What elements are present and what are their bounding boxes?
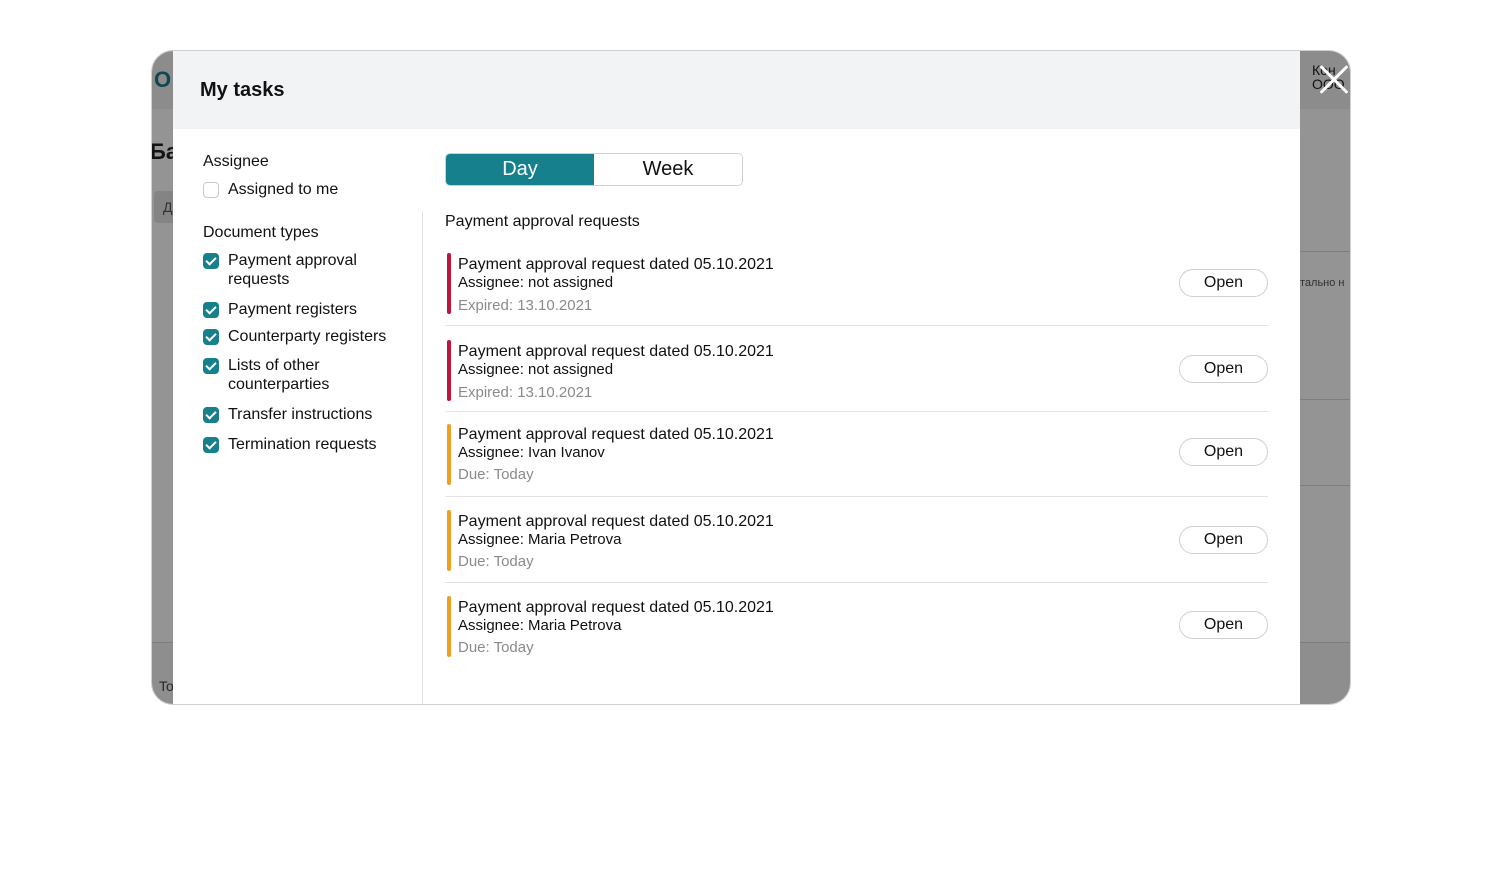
- tasks-content: Day Week Payment approval requests Payme…: [445, 129, 1275, 704]
- task-separator: [445, 325, 1268, 326]
- task-item: Payment approval request dated 05.10.202…: [445, 424, 1268, 512]
- task-assignee: Assignee: Maria Petrova: [458, 531, 622, 548]
- task-date: Due: Today: [458, 639, 534, 656]
- assigned-to-me-checkbox[interactable]: Assigned to me: [203, 180, 413, 199]
- open-button[interactable]: Open: [1179, 438, 1268, 466]
- checkbox-label: Lists of other counterparties: [228, 357, 330, 393]
- open-button[interactable]: Open: [1179, 611, 1268, 639]
- task-title: Payment approval request dated 05.10.202…: [458, 343, 774, 360]
- task-assignee: Assignee: not assigned: [458, 361, 614, 378]
- checkbox-label: Transfer instructions: [228, 406, 373, 423]
- task-date: Expired: 13.10.2021: [458, 384, 593, 401]
- assignee-group-title: Assignee: [203, 153, 269, 170]
- task-item: Payment approval request dated 05.10.202…: [445, 340, 1268, 429]
- section-title: Payment approval requests: [445, 213, 640, 230]
- open-button[interactable]: Open: [1179, 269, 1268, 297]
- status-bar-due: [447, 424, 451, 485]
- task-date: Expired: 13.10.2021: [458, 297, 593, 314]
- task-separator: [445, 496, 1268, 497]
- my-tasks-modal: My tasks Assignee Assigned to me Documen…: [173, 51, 1300, 704]
- period-toggle: Day Week: [445, 153, 743, 186]
- checkbox-label: Payment registers: [228, 301, 357, 318]
- doc-type-termination-requests[interactable]: Termination requests: [203, 435, 413, 454]
- checkbox-unchecked-icon[interactable]: [203, 182, 219, 198]
- close-icon[interactable]: [1314, 60, 1352, 98]
- task-date: Due: Today: [458, 466, 534, 483]
- open-button[interactable]: Open: [1179, 355, 1268, 383]
- doc-type-payment-approval-requests[interactable]: Payment approval requests: [203, 251, 413, 289]
- checkbox-checked-icon[interactable]: [203, 329, 219, 345]
- task-assignee: Assignee: not assigned: [458, 274, 614, 291]
- task-item: Payment approval request dated 05.10.202…: [445, 253, 1268, 342]
- status-bar-expired: [447, 253, 451, 314]
- task-item: Payment approval request dated 05.10.202…: [445, 510, 1268, 599]
- task-title: Payment approval request dated 05.10.202…: [458, 513, 774, 530]
- modal-title: My tasks: [200, 79, 285, 101]
- task-assignee: Assignee: Ivan Ivanov: [458, 444, 605, 461]
- checkbox-label: Termination requests: [228, 436, 377, 453]
- task-title: Payment approval request dated 05.10.202…: [458, 256, 774, 273]
- task-item: Payment approval request dated 05.10.202…: [445, 596, 1268, 685]
- task-date: Due: Today: [458, 553, 534, 570]
- doc-type-counterparty-registers[interactable]: Counterparty registers: [203, 327, 413, 346]
- open-button[interactable]: Open: [1179, 526, 1268, 554]
- checkbox-label: Assigned to me: [228, 181, 339, 198]
- doc-type-payment-registers[interactable]: Payment registers: [203, 300, 413, 319]
- task-separator: [445, 582, 1268, 583]
- filters-divider: [422, 211, 423, 704]
- checkbox-checked-icon[interactable]: [203, 358, 219, 374]
- task-assignee: Assignee: Maria Petrova: [458, 617, 622, 634]
- status-bar-due: [447, 510, 451, 571]
- task-separator: [445, 411, 1268, 412]
- filters-panel: Assignee Assigned to me Document types P…: [173, 129, 423, 704]
- checkbox-checked-icon[interactable]: [203, 407, 219, 423]
- checkbox-checked-icon[interactable]: [203, 437, 219, 453]
- checkbox-checked-icon[interactable]: [203, 253, 219, 269]
- day-tab[interactable]: Day: [446, 154, 594, 185]
- doc-type-transfer-instructions[interactable]: Transfer instructions: [203, 405, 413, 424]
- checkbox-label: Counterparty registers: [228, 328, 387, 345]
- checkbox-label: Payment approval requests: [228, 252, 357, 288]
- task-title: Payment approval request dated 05.10.202…: [458, 426, 774, 443]
- week-tab[interactable]: Week: [594, 154, 742, 185]
- status-bar-due: [447, 596, 451, 657]
- status-bar-expired: [447, 340, 451, 401]
- modal-header: My tasks: [173, 51, 1300, 129]
- document-types-group-title: Document types: [203, 224, 319, 241]
- task-title: Payment approval request dated 05.10.202…: [458, 599, 774, 616]
- doc-type-lists-of-other-counterparties[interactable]: Lists of other counterparties: [203, 356, 413, 394]
- checkbox-checked-icon[interactable]: [203, 302, 219, 318]
